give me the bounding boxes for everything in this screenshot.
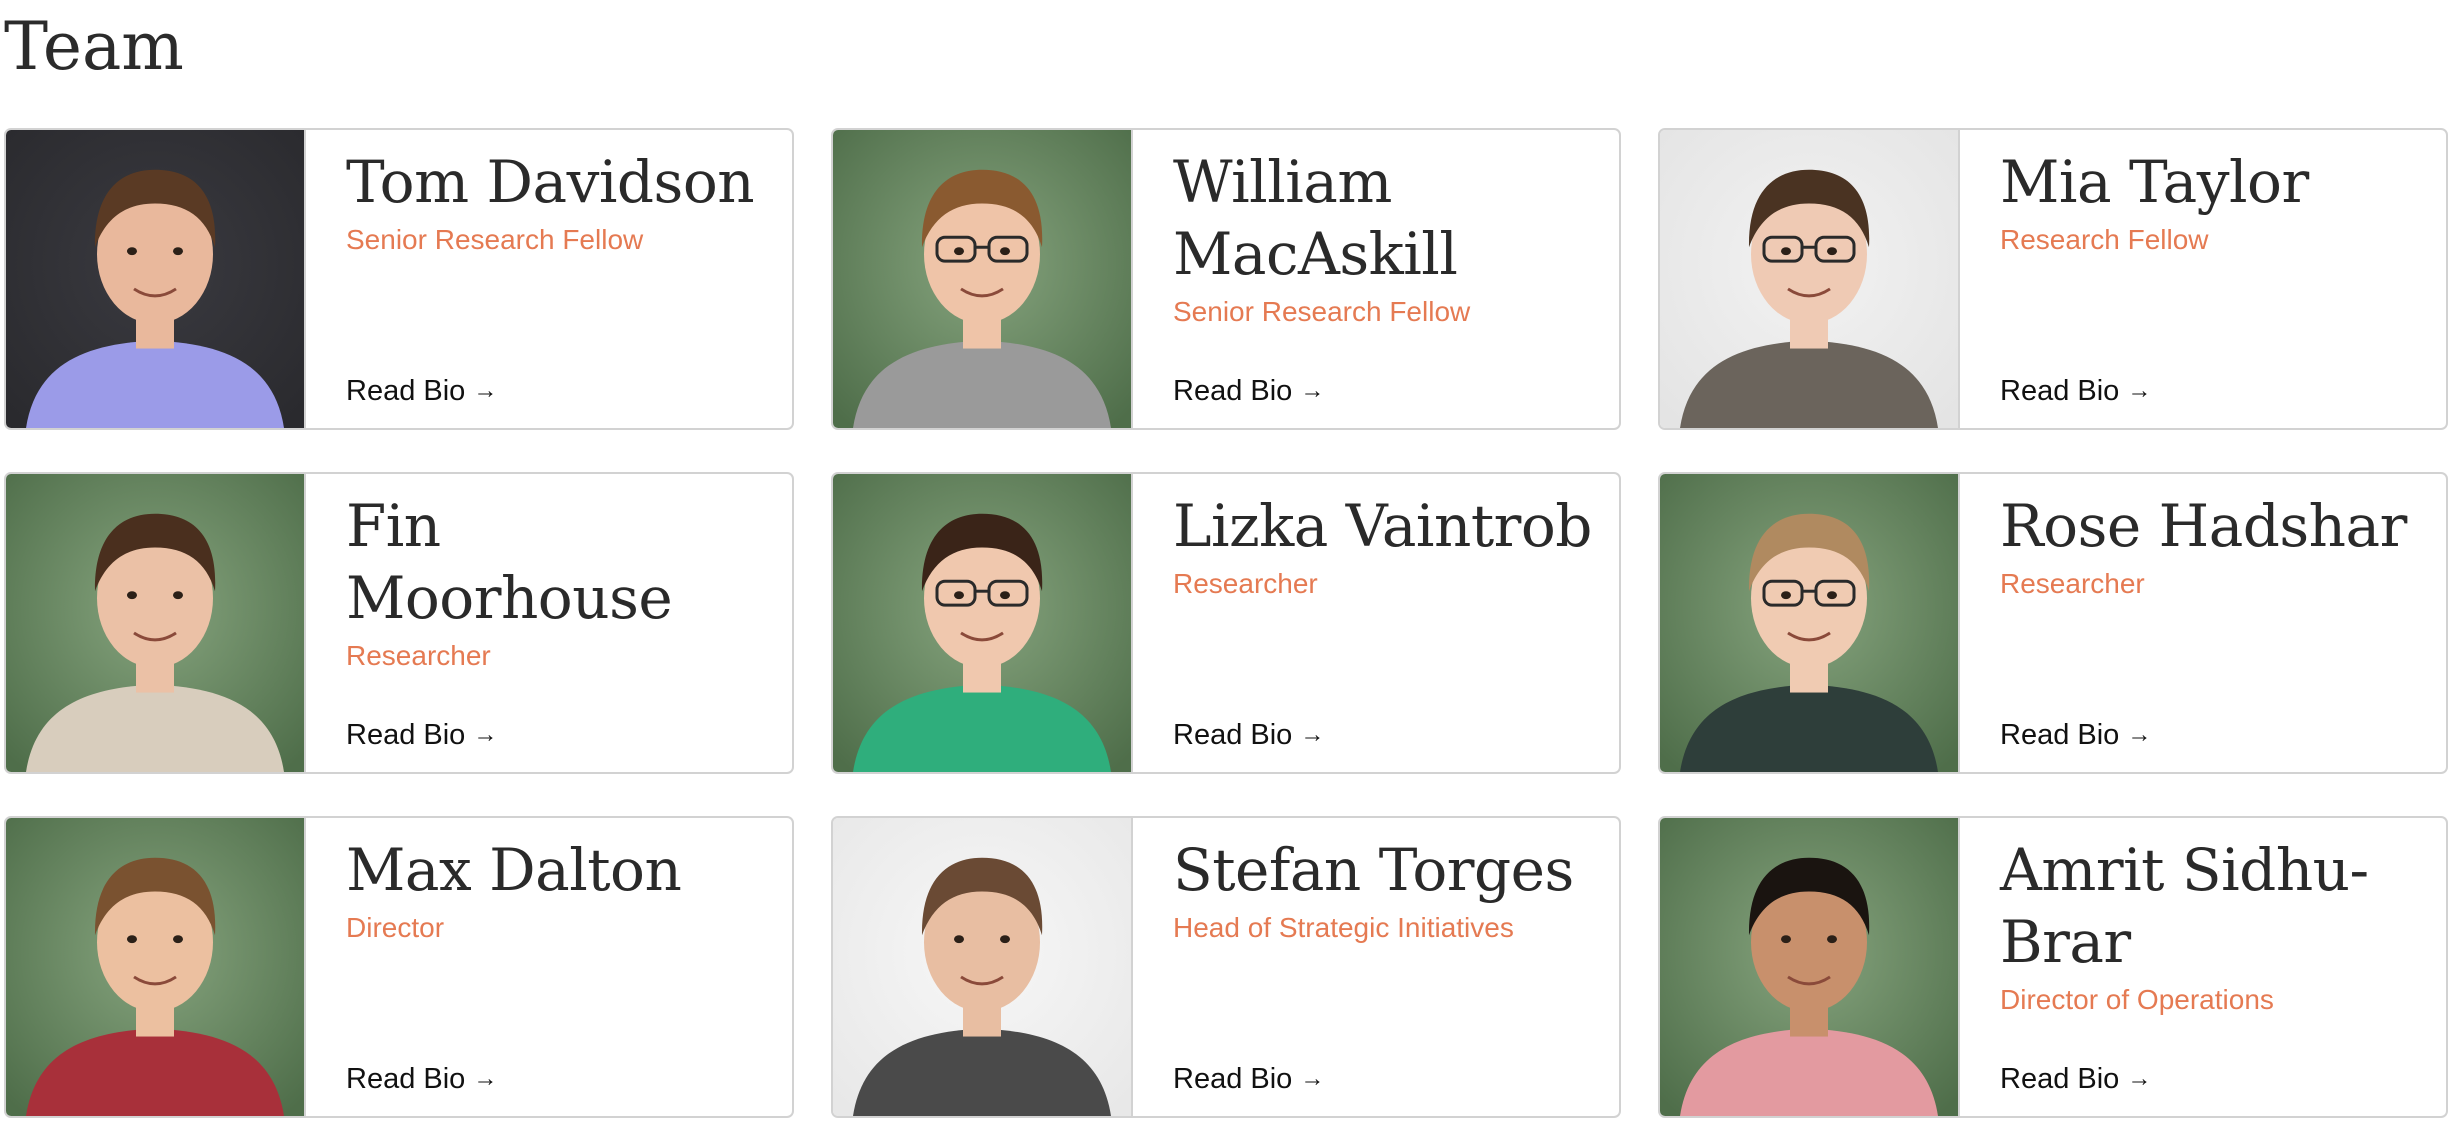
team-card-amrit-sidhu-brar[interactable]: Amrit Sidhu-Brar Director of Operations … — [1658, 816, 2448, 1118]
portrait-image — [6, 818, 304, 1116]
card-info: Stefan Torges Head of Strategic Initiati… — [1133, 818, 1619, 1116]
member-name: Max Dalton — [346, 836, 682, 904]
read-bio-label: Read Bio — [2000, 375, 2120, 407]
team-grid: Tom Davidson Senior Research Fellow Read… — [4, 128, 2448, 1118]
member-name: Fin Moorhouse — [346, 492, 673, 632]
member-role: Senior Research Fellow — [346, 224, 644, 255]
portrait-photo[interactable] — [833, 130, 1133, 428]
member-role: Researcher — [2000, 568, 2145, 599]
arrow-right-icon: → — [473, 1065, 498, 1092]
read-bio-label: Read Bio — [2000, 719, 2120, 751]
member-name: Stefan Torges — [1173, 836, 1574, 904]
read-bio-label: Read Bio — [2000, 1063, 2120, 1095]
card-info: Rose Hadshar Researcher Read Bio → — [1960, 474, 2446, 772]
card-info: Fin Moorhouse Researcher Read Bio → — [306, 474, 792, 772]
portrait-image — [833, 130, 1131, 428]
read-bio-link[interactable]: Read Bio → — [346, 374, 497, 408]
read-bio-link[interactable]: Read Bio → — [2000, 374, 2151, 408]
arrow-right-icon: → — [2127, 1065, 2152, 1092]
portrait-image — [1660, 818, 1958, 1116]
member-role: Director — [346, 912, 445, 943]
read-bio-label: Read Bio — [1173, 719, 1293, 751]
team-card-mia-taylor[interactable]: Mia Taylor Research Fellow Read Bio → — [1658, 128, 2448, 430]
portrait-photo[interactable] — [6, 130, 306, 428]
portrait-photo[interactable] — [1660, 818, 1960, 1116]
member-name: Mia Taylor — [2000, 148, 2309, 216]
member-role: Researcher — [346, 640, 491, 671]
card-info: Amrit Sidhu-Brar Director of Operations … — [1960, 818, 2446, 1116]
portrait-image — [833, 474, 1131, 772]
member-name: William MacAskill — [1173, 148, 1458, 288]
portrait-photo[interactable] — [6, 474, 306, 772]
read-bio-label: Read Bio — [1173, 1063, 1293, 1095]
card-info: William MacAskill Senior Research Fellow… — [1133, 130, 1619, 428]
portrait-photo[interactable] — [1660, 130, 1960, 428]
card-info: Tom Davidson Senior Research Fellow Read… — [306, 130, 792, 428]
read-bio-link[interactable]: Read Bio → — [1173, 1062, 1324, 1096]
portrait-photo[interactable] — [833, 474, 1133, 772]
card-info: Lizka Vaintrob Researcher Read Bio → — [1133, 474, 1619, 772]
portrait-image — [833, 818, 1131, 1116]
read-bio-link[interactable]: Read Bio → — [1173, 718, 1324, 752]
read-bio-label: Read Bio — [346, 719, 466, 751]
team-card-tom-davidson[interactable]: Tom Davidson Senior Research Fellow Read… — [4, 128, 794, 430]
portrait-photo[interactable] — [833, 818, 1133, 1116]
read-bio-link[interactable]: Read Bio → — [2000, 718, 2151, 752]
member-role: Researcher — [1173, 568, 1318, 599]
member-name: Amrit Sidhu-Brar — [2000, 836, 2369, 976]
portrait-photo[interactable] — [6, 818, 306, 1116]
portrait-photo[interactable] — [1660, 474, 1960, 772]
arrow-right-icon: → — [473, 721, 498, 748]
member-name: Lizka Vaintrob — [1173, 492, 1592, 560]
read-bio-link[interactable]: Read Bio → — [346, 718, 497, 752]
page-title: Team — [4, 8, 184, 85]
member-role: Senior Research Fellow — [1173, 296, 1471, 327]
team-card-rose-hadshar[interactable]: Rose Hadshar Researcher Read Bio → — [1658, 472, 2448, 774]
portrait-image — [1660, 474, 1958, 772]
read-bio-link[interactable]: Read Bio → — [2000, 1062, 2151, 1096]
arrow-right-icon: → — [1300, 721, 1325, 748]
portrait-image — [6, 130, 304, 428]
read-bio-label: Read Bio — [346, 375, 466, 407]
card-info: Mia Taylor Research Fellow Read Bio → — [1960, 130, 2446, 428]
arrow-right-icon: → — [1300, 377, 1325, 404]
portrait-image — [1660, 130, 1958, 428]
read-bio-link[interactable]: Read Bio → — [1173, 374, 1324, 408]
arrow-right-icon: → — [2127, 721, 2152, 748]
team-card-fin-moorhouse[interactable]: Fin Moorhouse Researcher Read Bio → — [4, 472, 794, 774]
read-bio-link[interactable]: Read Bio → — [346, 1062, 497, 1096]
read-bio-label: Read Bio — [1173, 375, 1293, 407]
member-role: Research Fellow — [2000, 224, 2209, 255]
arrow-right-icon: → — [473, 377, 498, 404]
member-role: Head of Strategic Initiatives — [1173, 912, 1514, 943]
card-info: Max Dalton Director Read Bio → — [306, 818, 792, 1116]
arrow-right-icon: → — [2127, 377, 2152, 404]
member-role: Director of Operations — [2000, 984, 2274, 1015]
team-card-lizka-vaintrob[interactable]: Lizka Vaintrob Researcher Read Bio → — [831, 472, 1621, 774]
team-card-max-dalton[interactable]: Max Dalton Director Read Bio → — [4, 816, 794, 1118]
read-bio-label: Read Bio — [346, 1063, 466, 1095]
arrow-right-icon: → — [1300, 1065, 1325, 1092]
team-card-stefan-torges[interactable]: Stefan Torges Head of Strategic Initiati… — [831, 816, 1621, 1118]
team-card-william-macaskill[interactable]: William MacAskill Senior Research Fellow… — [831, 128, 1621, 430]
member-name: Rose Hadshar — [2000, 492, 2407, 560]
member-name: Tom Davidson — [346, 148, 755, 216]
portrait-image — [6, 474, 304, 772]
